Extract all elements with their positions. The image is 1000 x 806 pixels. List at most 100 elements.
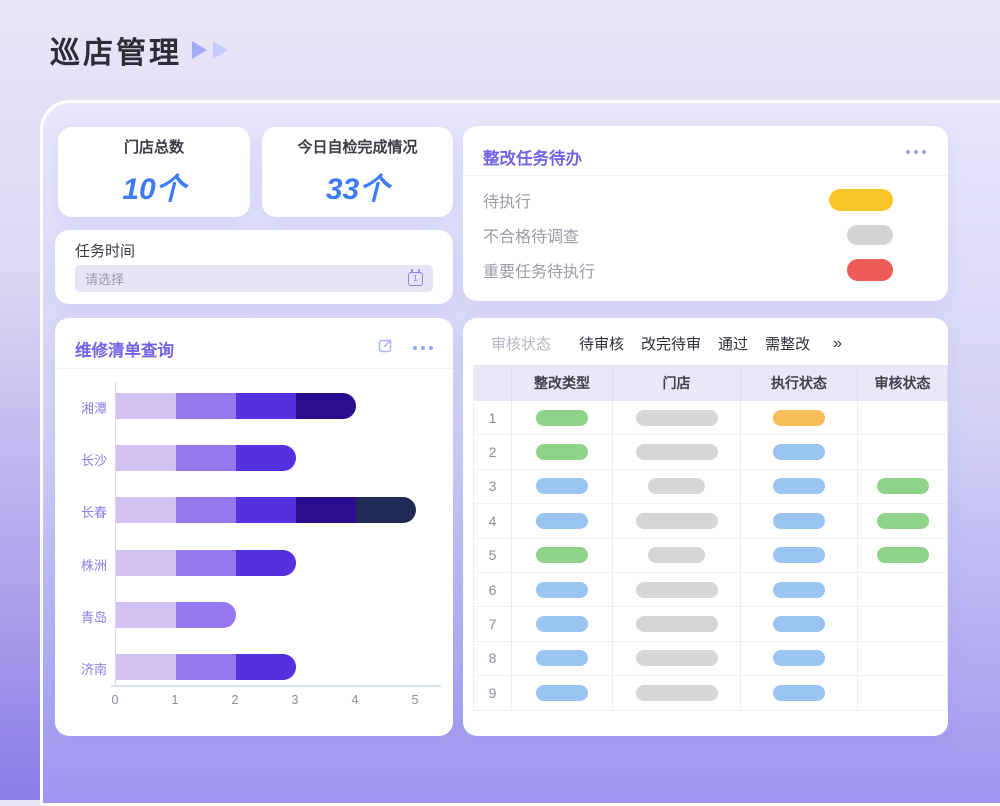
bar-segment (236, 445, 296, 471)
row-number: 5 (489, 547, 497, 563)
exec-pill (773, 616, 825, 632)
tab-fixed-awaiting[interactable]: 改完待审 (641, 333, 701, 354)
bar-segment (176, 602, 236, 628)
row-number: 4 (489, 513, 497, 529)
chart-bar (116, 550, 296, 576)
bar-segment (176, 445, 236, 471)
bar-segment (176, 497, 236, 523)
row-number-cell: 2 (474, 435, 512, 468)
row-number-cell: 9 (474, 676, 512, 709)
review-tabs: 审核状态 待审核 改完待审 通过 需整改 » (491, 333, 842, 354)
stat-value: 33个 (326, 164, 389, 208)
type-pill (536, 685, 588, 701)
store-cell (613, 573, 741, 606)
store-cell (613, 401, 741, 434)
type-cell (512, 642, 613, 675)
chart-bar-row: 株洲 (67, 550, 447, 576)
bar-segment (116, 654, 176, 680)
bar-segment (296, 393, 356, 419)
table-row: 6 (474, 573, 948, 607)
chart-bar-row: 长春 (67, 497, 447, 523)
stat-card-total-stores: 门店总数 10个 (58, 127, 250, 217)
ellipsis-icon[interactable] (413, 346, 433, 350)
divider (463, 175, 948, 176)
table-row: 1 (474, 401, 948, 435)
repair-list-card: 维修清单查询 湘潭长沙长春株洲青岛济南012345 (55, 318, 453, 736)
exec-cell (741, 642, 858, 675)
chart-bar (116, 654, 296, 680)
tab-pending-review[interactable]: 待审核 (579, 333, 624, 354)
tab-needs-fix[interactable]: 需整改 (765, 333, 810, 354)
play-icon-2 (213, 41, 228, 59)
play-icon (192, 41, 207, 59)
divider (55, 368, 453, 369)
store-pill (636, 410, 718, 426)
todo-card: 整改任务待办 待执行不合格待调查重要任务待执行 (463, 126, 948, 301)
ellipsis-icon[interactable] (906, 150, 926, 154)
bar-segment (116, 602, 176, 628)
exec-cell (741, 470, 858, 503)
store-pill (636, 513, 718, 529)
page-title: 巡店管理 (50, 28, 182, 72)
row-number: 3 (489, 478, 497, 494)
chart-bar (116, 393, 356, 419)
type-pill (536, 410, 588, 426)
bar-segment (236, 550, 296, 576)
bar-segment (236, 393, 296, 419)
exec-pill (773, 444, 825, 460)
x-tick-label: 2 (232, 693, 239, 707)
chart-category-label: 长沙 (67, 450, 107, 469)
store-cell (613, 470, 741, 503)
bar-segment (356, 497, 416, 523)
review-cell (858, 676, 948, 709)
table-row: 2 (474, 435, 948, 469)
status-pill (829, 189, 893, 211)
type-cell (512, 435, 613, 468)
review-pill (877, 547, 929, 563)
exec-pill (773, 513, 825, 529)
chart-bar (116, 497, 416, 523)
export-icon[interactable] (375, 336, 395, 361)
exec-cell (741, 676, 858, 709)
exec-cell (741, 435, 858, 468)
row-number: 2 (489, 444, 497, 460)
exec-pill (773, 547, 825, 563)
type-pill (536, 582, 588, 598)
bar-segment (116, 497, 176, 523)
exec-pill (773, 685, 825, 701)
x-tick-label: 3 (292, 693, 299, 707)
dashboard-panel: 门店总数 10个 今日自检完成情况 33个 任务时间 请选择 1 维修清单查询 … (40, 100, 1000, 806)
store-cell (613, 435, 741, 468)
type-pill (536, 444, 588, 460)
row-number-cell: 6 (474, 573, 512, 606)
x-tick-label: 0 (112, 693, 119, 707)
row-number: 8 (489, 650, 497, 666)
calendar-icon[interactable]: 1 (408, 272, 423, 286)
repair-list-title: 维修清单查询 (75, 337, 174, 361)
exec-cell (741, 607, 858, 640)
date-picker-input[interactable]: 请选择 1 (75, 265, 433, 292)
more-tabs-icon[interactable]: » (833, 335, 842, 353)
review-cell (858, 435, 948, 468)
exec-cell (741, 401, 858, 434)
todo-item-label: 待执行 (483, 188, 531, 212)
task-time-label: 任务时间 (75, 240, 135, 261)
exec-cell (741, 573, 858, 606)
type-pill (536, 547, 588, 563)
type-cell (512, 573, 613, 606)
stat-label: 今日自检完成情况 (297, 136, 417, 157)
chart-bar-row: 青岛 (67, 602, 447, 628)
type-pill (536, 650, 588, 666)
row-number-cell: 7 (474, 607, 512, 640)
todo-item: 重要任务待执行 (463, 252, 948, 287)
review-cell (858, 642, 948, 675)
type-cell (512, 676, 613, 709)
tab-passed[interactable]: 通过 (718, 333, 748, 354)
bar-segment (116, 393, 176, 419)
bar-segment (116, 550, 176, 576)
store-cell (613, 676, 741, 709)
bar-segment (236, 497, 296, 523)
todo-item-label: 不合格待调查 (483, 223, 579, 247)
row-number-cell: 4 (474, 504, 512, 537)
y-axis (115, 382, 116, 685)
